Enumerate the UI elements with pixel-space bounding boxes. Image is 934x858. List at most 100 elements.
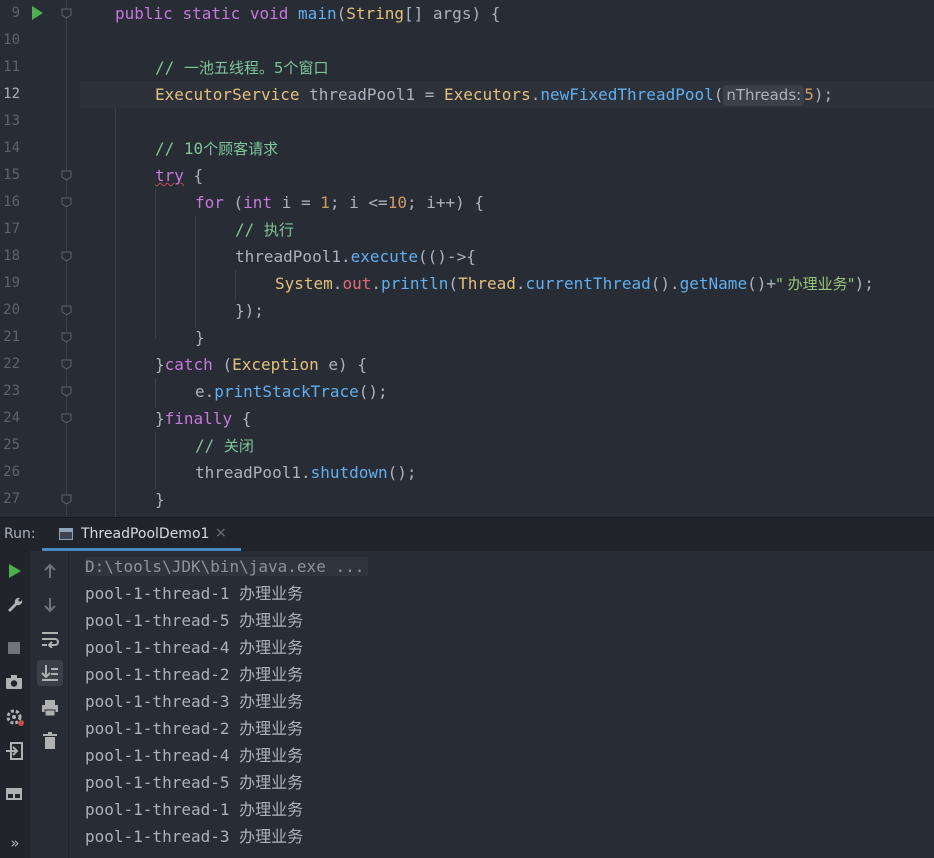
console-icon bbox=[59, 528, 73, 540]
thread-name: pool-1-thread-3 bbox=[85, 692, 230, 711]
code-line-23: e.printStackTrace(); bbox=[195, 382, 388, 401]
code-line-16: for (int i = 1; i <=10; i++) { bbox=[195, 193, 485, 212]
line-number: 16 bbox=[3, 194, 20, 210]
fold-marker-icon[interactable] bbox=[61, 8, 72, 19]
code-line-15: try { bbox=[155, 166, 204, 185]
tab-thread-pool-demo[interactable]: ThreadPoolDemo1 × bbox=[42, 518, 241, 551]
gear-icon[interactable] bbox=[4, 707, 26, 727]
indent-guide bbox=[115, 108, 116, 517]
run-left-toolbar: » bbox=[0, 551, 30, 858]
code-line-24: }finally { bbox=[155, 409, 252, 428]
run-main-icon[interactable] bbox=[32, 6, 43, 20]
code-line-17: // 执行 bbox=[235, 220, 294, 239]
scroll-to-end-icon[interactable] bbox=[37, 660, 63, 686]
code-line-22: }catch (Exception e) { bbox=[155, 355, 367, 374]
line-number: 25 bbox=[3, 437, 20, 453]
soft-wrap-icon[interactable] bbox=[40, 629, 60, 649]
code-line-19: System.out.println(Thread.currentThread(… bbox=[275, 274, 874, 293]
indent-guide bbox=[155, 432, 156, 489]
code-line-9: public static void main(String[] args) { bbox=[115, 4, 501, 23]
fold-marker-icon[interactable] bbox=[61, 197, 72, 208]
code-line-21: } bbox=[195, 328, 205, 347]
line-number: 12 bbox=[3, 86, 20, 102]
arrow-down-icon[interactable] bbox=[42, 596, 58, 614]
code-line-20: }); bbox=[235, 301, 264, 320]
indent-guide bbox=[155, 189, 156, 339]
console-output-line: pool-1-thread-4 办理业务 bbox=[85, 634, 303, 661]
output-message: 办理业务 bbox=[239, 638, 304, 657]
line-number: 23 bbox=[3, 383, 20, 399]
thread-name: pool-1-thread-1 bbox=[85, 800, 230, 819]
output-message: 办理业务 bbox=[239, 665, 304, 684]
fold-marker-icon[interactable] bbox=[61, 494, 72, 505]
console-output-line: pool-1-thread-5 办理业务 bbox=[85, 769, 303, 796]
thread-name: pool-1-thread-1 bbox=[85, 584, 230, 603]
console-output-line: pool-1-thread-3 办理业务 bbox=[85, 688, 303, 715]
console-output-line: pool-1-thread-5 办理业务 bbox=[85, 607, 303, 634]
line-number: 24 bbox=[3, 410, 20, 426]
line-number: 15 bbox=[3, 167, 20, 183]
console-command-line: D:\tools\JDK\bin\java.exe ... bbox=[85, 553, 369, 580]
line-number: 18 bbox=[3, 248, 20, 264]
output-message: 办理业务 bbox=[239, 800, 304, 819]
fold-marker-icon[interactable] bbox=[61, 251, 72, 262]
fold-marker-icon[interactable] bbox=[61, 359, 72, 370]
fold-marker-icon[interactable] bbox=[61, 305, 72, 316]
console-output-line: pool-1-thread-1 办理业务 bbox=[85, 580, 303, 607]
trash-icon[interactable] bbox=[41, 731, 59, 751]
output-message: 办理业务 bbox=[239, 584, 304, 603]
output-message: 办理业务 bbox=[239, 773, 304, 792]
output-message: 办理业务 bbox=[239, 746, 304, 765]
exit-icon[interactable] bbox=[4, 741, 24, 761]
output-message: 办理业务 bbox=[239, 611, 304, 630]
line-number: 19 bbox=[3, 275, 20, 291]
code-line-18: threadPool1.execute(()->{ bbox=[235, 247, 476, 266]
line-number: 9 bbox=[11, 5, 20, 21]
line-number: 14 bbox=[3, 140, 20, 156]
run-console-toolbar bbox=[30, 551, 69, 858]
console-output-line: pool-1-thread-2 办理业务 bbox=[85, 661, 303, 688]
code-line-14: // 10个顾客请求 bbox=[155, 139, 279, 158]
fold-marker-icon[interactable] bbox=[61, 170, 72, 181]
more-tools-button[interactable]: » bbox=[6, 834, 24, 852]
thread-name: pool-1-thread-4 bbox=[85, 638, 230, 657]
line-number: 26 bbox=[3, 464, 20, 480]
line-number: 27 bbox=[3, 491, 20, 507]
thread-name: pool-1-thread-2 bbox=[85, 719, 230, 738]
console-output-line: pool-1-thread-1 办理业务 bbox=[85, 796, 303, 823]
close-icon[interactable]: × bbox=[215, 525, 227, 541]
tab-label: ThreadPoolDemo1 bbox=[81, 526, 210, 542]
play-icon[interactable] bbox=[6, 562, 24, 580]
print-icon[interactable] bbox=[40, 698, 60, 718]
output-message: 办理业务 bbox=[239, 692, 304, 711]
indent-guide bbox=[235, 270, 236, 300]
line-number: 11 bbox=[3, 59, 20, 75]
arrow-up-icon[interactable] bbox=[42, 562, 58, 580]
wrench-icon[interactable] bbox=[5, 595, 25, 615]
code-editor[interactable]: 9 10 11 12 13 14 15 16 17 18 19 20 21 22 23 24 25 26 27 pu… bbox=[0, 0, 934, 517]
parameter-hint: nThreads: bbox=[723, 85, 805, 106]
editor-gutter: 9 10 11 12 13 14 15 16 17 18 19 20 21 22 23 24 25 26 27 bbox=[0, 0, 80, 517]
fold-marker-icon[interactable] bbox=[61, 332, 72, 343]
fold-marker-icon[interactable] bbox=[61, 386, 72, 397]
code-line-26: threadPool1.shutdown(); bbox=[195, 463, 417, 482]
indent-guide bbox=[195, 216, 196, 328]
thread-name: pool-1-thread-5 bbox=[85, 611, 230, 630]
stop-icon[interactable] bbox=[6, 640, 22, 656]
indent-guide bbox=[155, 378, 156, 408]
run-console: » D:\tools\JDK\bin\java.exe ... pool-1-t… bbox=[0, 551, 934, 858]
layout-icon[interactable] bbox=[3, 785, 25, 803]
thread-name: pool-1-thread-5 bbox=[85, 773, 230, 792]
line-number: 17 bbox=[3, 221, 20, 237]
camera-icon[interactable] bbox=[4, 673, 24, 691]
line-number: 22 bbox=[3, 356, 20, 372]
run-tool-window-header: Run: ThreadPoolDemo1 × bbox=[0, 517, 934, 551]
code-line-27: } bbox=[155, 490, 165, 509]
console-output-line: pool-1-thread-3 办理业务 bbox=[85, 823, 303, 850]
line-number: 10 bbox=[3, 32, 20, 48]
thread-name: pool-1-thread-3 bbox=[85, 827, 230, 846]
code-line-12: ExecutorService threadPool1 = Executors.… bbox=[155, 85, 834, 106]
output-message: 办理业务 bbox=[239, 719, 304, 738]
fold-marker-icon[interactable] bbox=[61, 413, 72, 424]
line-number: 20 bbox=[3, 302, 20, 318]
